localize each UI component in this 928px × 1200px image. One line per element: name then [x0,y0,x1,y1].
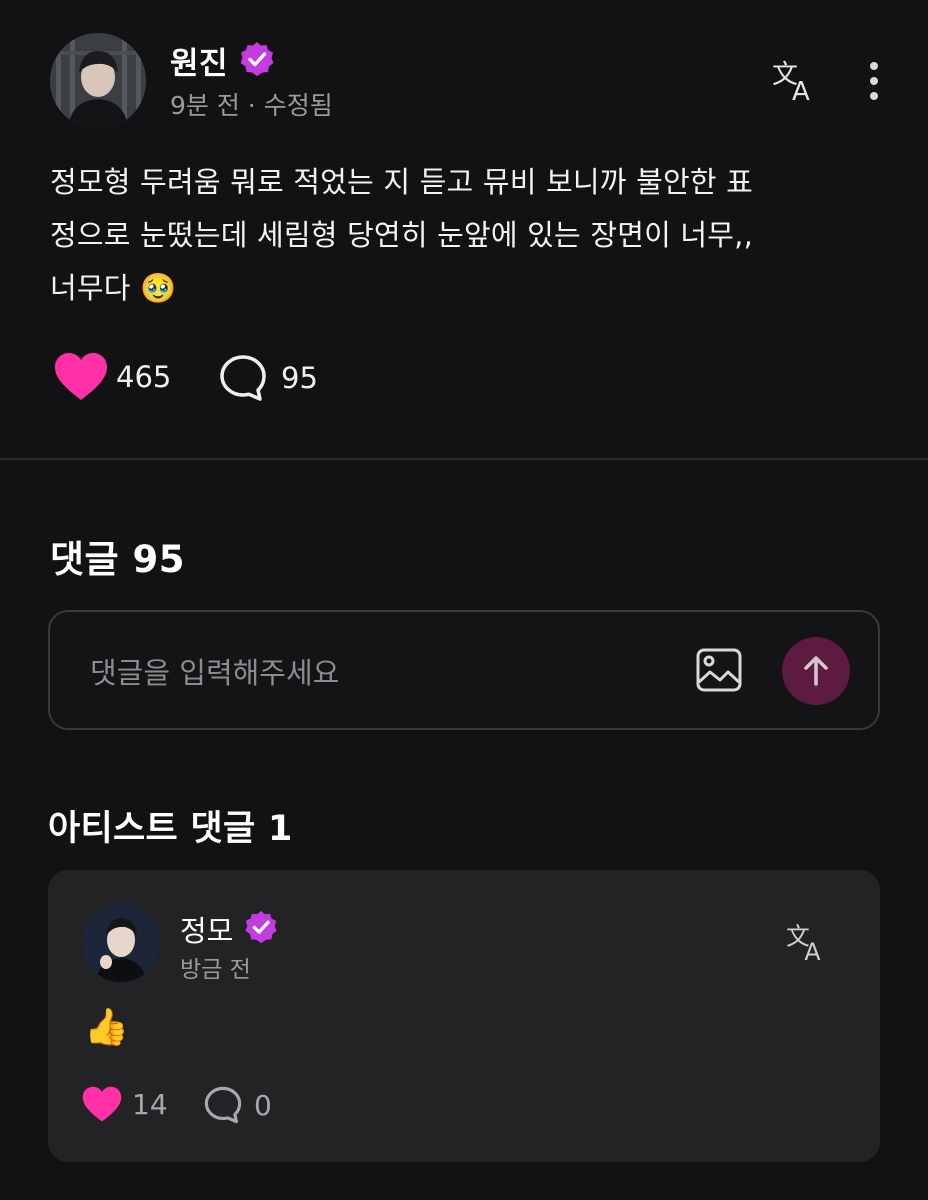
verified-badge-icon [238,40,276,82]
translate-icon[interactable]: 文 A [786,922,830,966]
post-comment-count: 95 [281,361,318,395]
post-meta: 9분 전 · 수정됨 [170,91,333,120]
send-button[interactable] [782,637,850,705]
post-body: 정모형 두려움 뭐로 적었는 지 듣고 뮤비 보니까 불안한 표 정으로 눈떴는… [50,156,880,315]
post-author-avatar[interactable] [50,33,146,129]
comment-bubble-icon [220,355,266,401]
verified-badge-icon [243,909,279,949]
comment-like-button[interactable]: 14 [82,1086,168,1123]
arrow-up-icon [804,656,828,686]
heart-icon [55,353,107,400]
comment-input[interactable]: 댓글을 입력해주세요 [90,650,339,692]
comment-like-count: 14 [132,1088,168,1121]
comment-body: 👍 [84,1007,129,1048]
divider [0,458,928,460]
comments-title: 댓글 95 [50,538,185,581]
post-like-count: 465 [116,360,172,394]
comment-time: 방금 전 [180,957,251,983]
translate-icon[interactable]: 文 A [772,58,820,107]
post-like-button[interactable]: 465 [54,352,171,402]
post-body-line: 너무다 🥹 [50,271,177,305]
comment-input-box[interactable]: 댓글을 입력해주세요 [48,610,880,730]
image-attach-icon[interactable] [696,648,742,696]
heart-icon [82,1086,122,1122]
comment-bubble-icon [204,1086,242,1124]
post-author-name[interactable]: 원진 [170,38,228,83]
comment-reply-count: 0 [254,1088,272,1122]
comment-author-name[interactable]: 정모 [180,908,233,950]
post-body-line: 정모형 두려움 뭐로 적었는 지 듣고 뮤비 보니까 불안한 표 [50,165,754,199]
comment-author-avatar[interactable] [82,904,160,982]
artist-comments-title: 아티스트 댓글 1 [48,809,293,849]
post-body-line: 정으로 눈떴는데 세림형 당연히 눈앞에 있는 장면이 너무,, [50,218,754,252]
more-vertical-icon[interactable] [864,60,884,108]
svg-text:A: A [792,77,810,102]
post-comment-button[interactable]: 95 [219,354,318,402]
artist-comment-card: 정모 방금 전 文 A 👍 14 0 [48,870,880,1162]
comment-reply-button[interactable]: 0 [204,1086,272,1124]
svg-text:A: A [804,938,820,962]
